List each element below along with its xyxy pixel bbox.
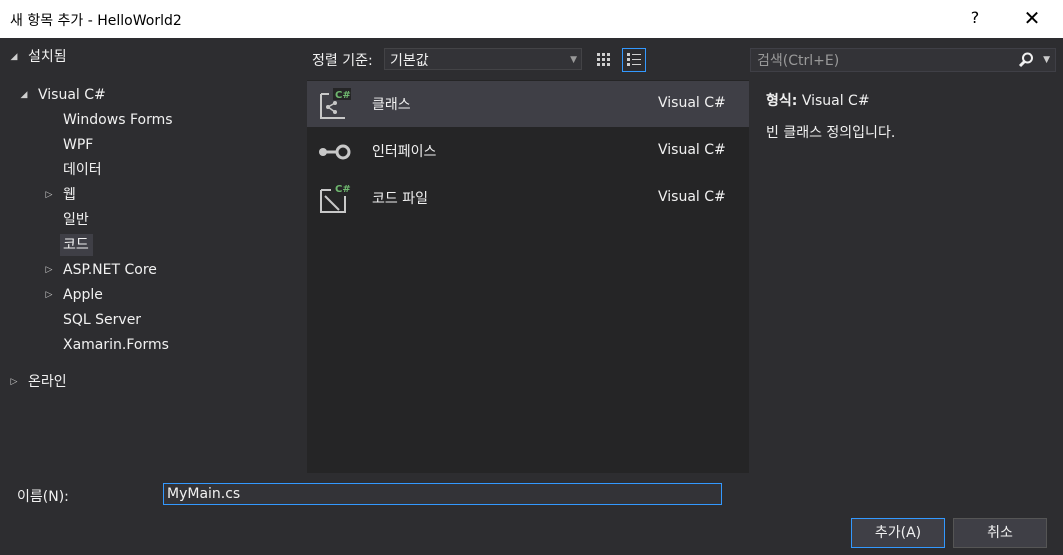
svg-text:C#: C# [335,90,351,101]
svg-text:C#: C# [335,184,351,195]
template-language: Visual C# [658,95,726,111]
collapsed-arrow-icon[interactable]: ▷ [43,259,55,281]
chevron-down-icon[interactable]: ▼ [1043,49,1050,71]
tree-node-sql-server[interactable]: SQL Server [63,309,141,331]
template-category-tree: ◢ 설치됨 ◢ Visual C# Windows Forms WPF 데이터 … [0,38,305,476]
search-box: ▼ [750,48,1056,73]
sort-value: 기본값 [390,53,429,69]
tree-node-windows-forms[interactable]: Windows Forms [63,109,173,131]
window-title: 새 항목 추가 - HelloWorld2 [10,13,182,29]
tree-node-data[interactable]: 데이터 [63,159,102,181]
tree-node-visual-csharp[interactable]: Visual C# [38,84,106,106]
collapsed-arrow-icon[interactable]: ▷ [43,284,55,306]
class-icon: C# [320,88,351,119]
tree-node-wpf[interactable]: WPF [63,134,93,156]
search-icon[interactable] [1017,51,1035,69]
type-row: 형식: Visual C# [766,90,1056,110]
chevron-down-icon: ▼ [570,55,577,65]
interface-icon [319,144,351,160]
tree-node-installed[interactable]: 설치됨 [28,46,67,68]
template-item-interface[interactable]: 인터페이스 Visual C# [307,128,749,174]
template-item-code-file[interactable]: C# 코드 파일 Visual C# [307,175,749,221]
name-label: 이름(N): [17,489,69,505]
template-language: Visual C# [658,189,726,205]
type-value: Visual C# [801,93,870,109]
tree-node-aspnet-core[interactable]: ASP.NET Core [63,259,157,281]
cancel-button[interactable]: 취소 [953,518,1047,548]
code-file-icon: C# [320,182,351,213]
expanded-arrow-icon[interactable]: ◢ [18,84,30,106]
template-list: C# 클래스 Visual C# 인터페이스 Visual C# C# 코드 파… [307,80,749,473]
template-name: 인터페이스 [372,144,437,160]
help-button[interactable]: ? [964,8,986,27]
list-view-icon [627,53,641,66]
template-name: 코드 파일 [372,191,428,207]
name-input[interactable] [163,483,722,505]
search-input[interactable] [751,49,1019,73]
grid-view-icon [597,53,610,66]
collapsed-arrow-icon[interactable]: ▷ [43,184,55,206]
expanded-arrow-icon[interactable]: ◢ [8,46,20,68]
template-description: 빈 클래스 정의입니다. [766,125,896,141]
type-label: 형식: [766,93,798,109]
template-item-class[interactable]: C# 클래스 Visual C# [307,81,749,127]
template-details: 형식: Visual C# 빈 클래스 정의입니다. [766,90,1056,142]
add-button[interactable]: 추가(A) [851,518,945,548]
tree-node-web[interactable]: 웹 [63,184,76,206]
small-icons-view-button[interactable] [592,48,616,72]
details-view-button[interactable] [622,48,646,72]
tree-node-code[interactable]: 코드 [60,234,93,256]
sort-dropdown[interactable]: 기본값 ▼ [384,48,582,70]
tree-node-xamarin-forms[interactable]: Xamarin.Forms [63,334,169,356]
title-bar: 새 항목 추가 - HelloWorld2 ? ✕ [0,0,1063,38]
template-name: 클래스 [372,97,411,113]
close-button[interactable]: ✕ [1018,6,1046,30]
template-language: Visual C# [658,142,726,158]
tree-node-online[interactable]: 온라인 [28,371,67,393]
tree-node-apple[interactable]: Apple [63,284,103,306]
collapsed-arrow-icon[interactable]: ▷ [8,371,20,393]
tree-node-general[interactable]: 일반 [63,209,89,231]
sort-label: 정렬 기준: [312,53,373,69]
